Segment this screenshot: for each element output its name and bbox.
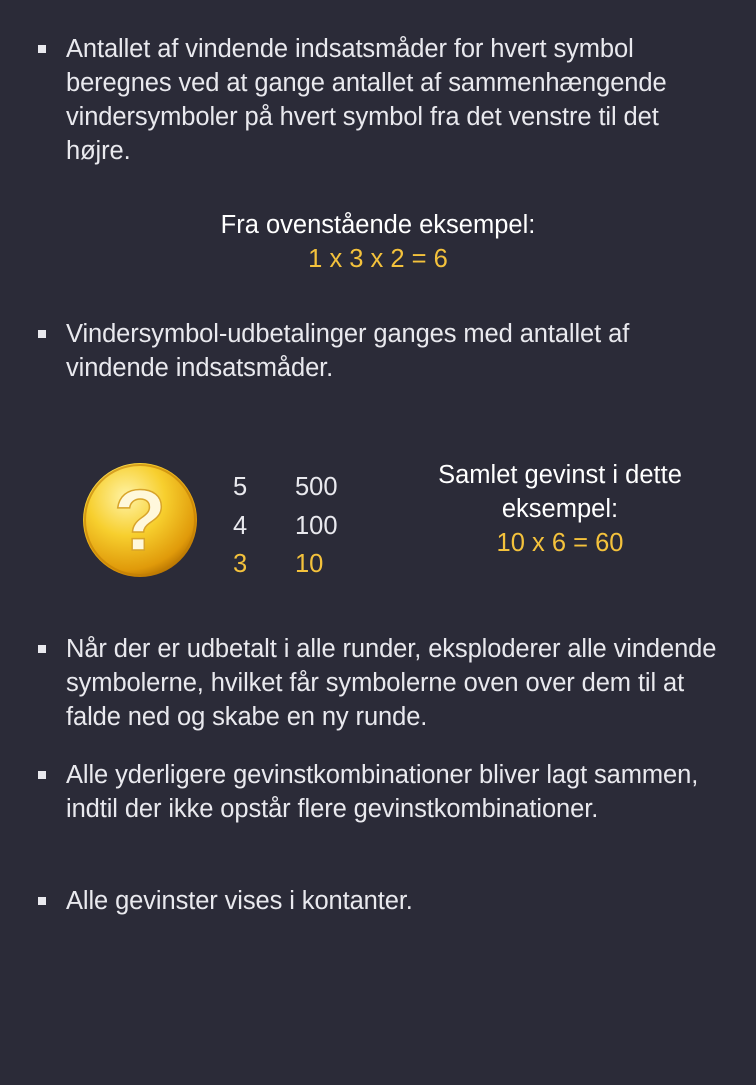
total-heading-line2: eksempel: (501, 495, 619, 523)
example-formula: 1 x 3 x 2 = 6 (308, 245, 448, 273)
total-heading-line1: Samlet gevinst i dette (438, 461, 682, 489)
total-win-section: Samlet gevinst i dette eksempel: 10 x 6 … (410, 458, 710, 560)
bullet-marker (38, 330, 46, 338)
total-formula: 10 x 6 = 60 (496, 529, 624, 557)
paytable-payout-highlighted: 10 (295, 550, 324, 578)
paytable-count-highlighted: 3 (233, 550, 248, 578)
paytable-payout: 100 (295, 511, 338, 540)
rule-bullet-3: Når der er udbetalt i alle runder, ekspl… (38, 632, 728, 734)
rule-text: Vindersymbol-udbetalinger ganges med ant… (66, 320, 630, 382)
rule-bullet-5: Alle gevinster vises i kontanter. (38, 884, 728, 918)
rule-bullet-2: Vindersymbol-udbetalinger ganges med ant… (38, 317, 728, 385)
rule-text: Alle gevinster vises i kontanter. (66, 887, 413, 915)
example-section: Fra ovenstående eksempel: 1 x 3 x 2 = 6 (0, 208, 756, 276)
rule-text: Alle yderligere gevinstkombinationer bli… (66, 761, 699, 823)
paytable-count: 4 (233, 511, 248, 540)
bullet-marker (38, 645, 46, 653)
bullet-marker (38, 897, 46, 905)
rules-page: Antallet af vindende indsatsmåder for hv… (0, 0, 756, 1085)
paytable-count: 5 (233, 473, 248, 501)
paytable-payout: 500 (295, 473, 338, 501)
rule-text: Antallet af vindende indsatsmåder for hv… (66, 35, 667, 165)
bullet-marker (38, 45, 46, 53)
paytable-payout-column: 500 100 10 (295, 468, 338, 584)
rule-text: Når der er udbetalt i alle runder, ekspl… (66, 635, 717, 731)
bullet-marker (38, 771, 46, 779)
paytable-count-column: 5 4 3 (233, 468, 247, 584)
svg-text:?: ? (114, 473, 167, 569)
example-heading: Fra ovenstående eksempel: (220, 211, 536, 239)
rule-bullet-4: Alle yderligere gevinstkombinationer bli… (38, 758, 728, 826)
rule-bullet-1: Antallet af vindende indsatsmåder for hv… (38, 32, 728, 168)
question-mark-coin-icon: ? (83, 463, 197, 577)
